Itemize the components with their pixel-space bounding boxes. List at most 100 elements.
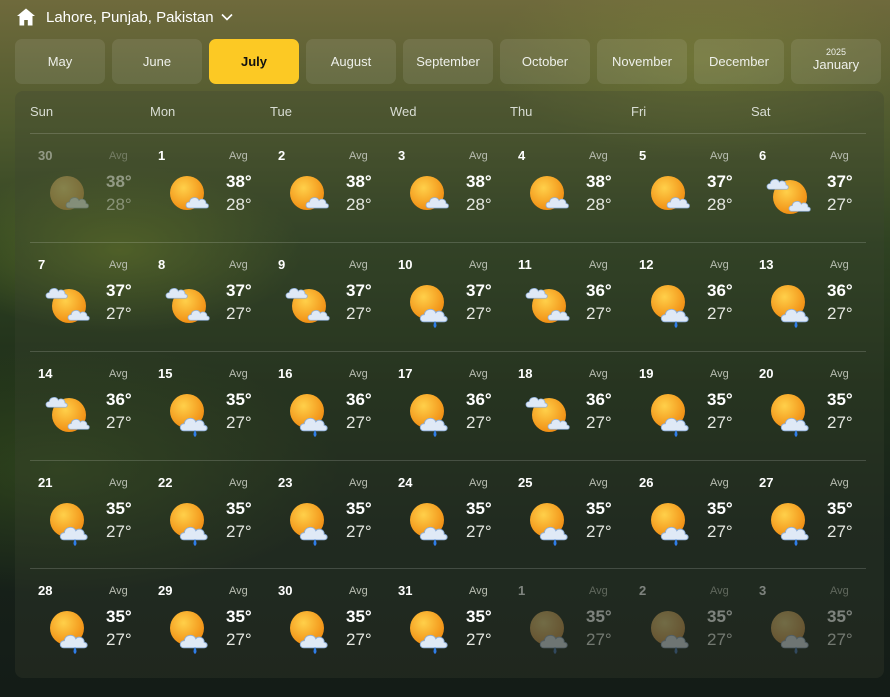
day-number: 30 bbox=[278, 583, 293, 598]
day-cell[interactable]: 15 Avg 35° 27° bbox=[151, 352, 271, 457]
day-cell[interactable]: 30 Avg 38° 28° bbox=[31, 134, 151, 239]
day-cell[interactable]: 28 Avg 35° 27° bbox=[31, 569, 151, 674]
month-tab-december[interactable]: December bbox=[694, 39, 784, 84]
day-cell[interactable]: 31 Avg 35° 27° bbox=[391, 569, 511, 674]
day-cell[interactable]: 6 Avg 37° 27° bbox=[752, 134, 872, 239]
month-tab-october[interactable]: October bbox=[500, 39, 590, 84]
month-label: June bbox=[142, 53, 172, 69]
day-cell[interactable]: 22 Avg 35° 27° bbox=[151, 461, 271, 566]
month-tab-may[interactable]: May bbox=[15, 39, 105, 84]
day-number: 29 bbox=[158, 583, 173, 598]
low-temp: 27° bbox=[707, 630, 733, 649]
low-temp: 27° bbox=[707, 304, 733, 323]
sun-cloud-rain-icon bbox=[646, 390, 694, 438]
high-temp: 37° bbox=[346, 281, 372, 300]
high-temp: 35° bbox=[466, 607, 492, 626]
month-tab-january[interactable]: 2025 January bbox=[791, 39, 881, 84]
day-cell[interactable]: 4 Avg 38° 28° bbox=[511, 134, 631, 239]
high-temp: 35° bbox=[586, 607, 612, 626]
high-temp: 37° bbox=[707, 172, 733, 191]
low-temp: 27° bbox=[106, 413, 132, 432]
day-cell[interactable]: 13 Avg 36° 27° bbox=[752, 243, 872, 348]
day-cell[interactable]: 1 Avg 35° 27° bbox=[511, 569, 631, 674]
avg-label: Avg bbox=[349, 477, 368, 489]
avg-label: Avg bbox=[229, 368, 248, 380]
day-number: 18 bbox=[518, 366, 533, 381]
low-temp: 27° bbox=[346, 630, 372, 649]
day-number: 31 bbox=[398, 583, 413, 598]
day-cell[interactable]: 16 Avg 36° 27° bbox=[271, 352, 391, 457]
day-cell[interactable]: 2 Avg 38° 28° bbox=[271, 134, 391, 239]
day-number: 13 bbox=[759, 257, 774, 272]
month-tab-june[interactable]: June bbox=[112, 39, 202, 84]
day-cell[interactable]: 23 Avg 35° 27° bbox=[271, 461, 391, 566]
day-cell[interactable]: 18 Avg 36° 27° bbox=[511, 352, 631, 457]
low-temp: 28° bbox=[226, 195, 252, 214]
day-cell[interactable]: 25 Avg 35° 27° bbox=[511, 461, 631, 566]
day-cell[interactable]: 21 Avg 35° 27° bbox=[31, 461, 151, 566]
high-temp: 37° bbox=[466, 281, 492, 300]
month-label: August bbox=[330, 53, 372, 69]
month-tab-july[interactable]: July bbox=[209, 39, 299, 84]
sun-cloud-rain-icon bbox=[165, 499, 213, 547]
day-cell[interactable]: 2 Avg 35° 27° bbox=[632, 569, 752, 674]
day-cell[interactable]: 1 Avg 38° 28° bbox=[151, 134, 271, 239]
day-cell[interactable]: 26 Avg 35° 27° bbox=[632, 461, 752, 566]
sun-cloud-rain-icon bbox=[646, 499, 694, 547]
day-cell[interactable]: 24 Avg 35° 27° bbox=[391, 461, 511, 566]
day-number: 25 bbox=[518, 475, 533, 490]
day-number: 26 bbox=[639, 475, 654, 490]
month-label: January bbox=[812, 56, 860, 72]
high-temp: 35° bbox=[586, 499, 612, 518]
sun-cloud-rain-icon bbox=[525, 607, 573, 655]
day-cell[interactable]: 20 Avg 35° 27° bbox=[752, 352, 872, 457]
day-number: 21 bbox=[38, 475, 53, 490]
day-cell[interactable]: 14 Avg 36° 27° bbox=[31, 352, 151, 457]
day-number: 17 bbox=[398, 366, 413, 381]
sun-cloud-rain-icon bbox=[285, 390, 333, 438]
low-temp: 27° bbox=[707, 522, 733, 541]
low-temp: 27° bbox=[827, 522, 853, 541]
day-cell[interactable]: 17 Avg 36° 27° bbox=[391, 352, 511, 457]
high-temp: 36° bbox=[707, 281, 733, 300]
location-selector[interactable]: Lahore, Punjab, Pakistan bbox=[46, 9, 234, 26]
day-cell[interactable]: 30 Avg 35° 27° bbox=[271, 569, 391, 674]
day-cell[interactable]: 3 Avg 38° 28° bbox=[391, 134, 511, 239]
home-icon[interactable] bbox=[16, 7, 36, 27]
day-number: 2 bbox=[639, 583, 647, 598]
day-cell[interactable]: 27 Avg 35° 27° bbox=[752, 461, 872, 566]
month-tab-november[interactable]: November bbox=[597, 39, 687, 84]
avg-label: Avg bbox=[469, 150, 488, 162]
day-cell[interactable]: 11 Avg 36° 27° bbox=[511, 243, 631, 348]
month-year: 2025 bbox=[825, 46, 847, 57]
mostly-cloudy-icon bbox=[766, 172, 814, 220]
month-tab-august[interactable]: August bbox=[306, 39, 396, 84]
chevron-down-icon bbox=[221, 13, 233, 21]
day-cell[interactable]: 19 Avg 35° 27° bbox=[632, 352, 752, 457]
day-cell[interactable]: 29 Avg 35° 27° bbox=[151, 569, 271, 674]
low-temp: 27° bbox=[827, 304, 853, 323]
low-temp: 27° bbox=[466, 522, 492, 541]
high-temp: 35° bbox=[346, 499, 372, 518]
calendar-grid: Sun Mon Tue Wed Thu Fri Sat 30 Avg 38° 28° 1 Avg 3… bbox=[15, 91, 884, 678]
low-temp: 27° bbox=[827, 195, 853, 214]
low-temp: 27° bbox=[466, 630, 492, 649]
day-number: 19 bbox=[639, 366, 654, 381]
day-cell[interactable]: 10 Avg 37° 27° bbox=[391, 243, 511, 348]
day-cell[interactable]: 7 Avg 37° 27° bbox=[31, 243, 151, 348]
month-label: September bbox=[416, 53, 480, 69]
high-temp: 35° bbox=[827, 390, 853, 409]
day-cell[interactable]: 12 Avg 36° 27° bbox=[632, 243, 752, 348]
sun-cloud-rain-icon bbox=[45, 607, 93, 655]
month-tab-september[interactable]: September bbox=[403, 39, 493, 84]
day-number: 30 bbox=[38, 148, 53, 163]
avg-label: Avg bbox=[830, 150, 849, 162]
high-temp: 35° bbox=[827, 607, 853, 626]
high-temp: 35° bbox=[226, 499, 252, 518]
low-temp: 27° bbox=[106, 304, 132, 323]
day-cell[interactable]: 8 Avg 37° 27° bbox=[151, 243, 271, 348]
day-cell[interactable]: 9 Avg 37° 27° bbox=[271, 243, 391, 348]
low-temp: 27° bbox=[586, 630, 612, 649]
day-cell[interactable]: 5 Avg 37° 28° bbox=[632, 134, 752, 239]
day-cell[interactable]: 3 Avg 35° 27° bbox=[752, 569, 872, 674]
